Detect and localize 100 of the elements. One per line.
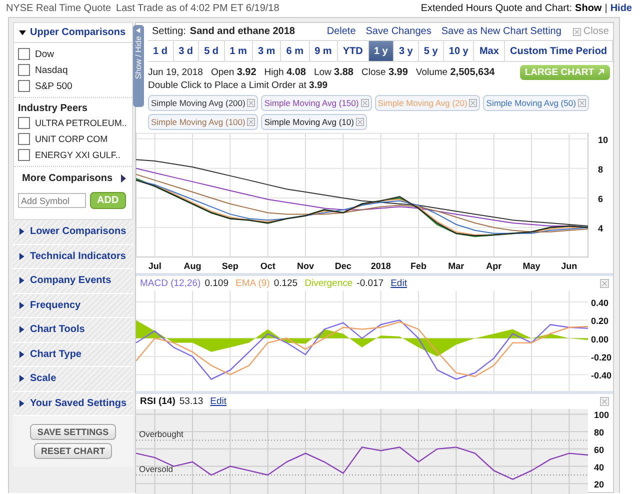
quote-label: Open: [210, 66, 234, 78]
close-icon[interactable]: [469, 99, 478, 107]
caret-icon: [18, 326, 25, 334]
axis-label: 0.00: [591, 334, 609, 344]
legend-label: MACD (12,26): [140, 278, 201, 289]
axis-label: Oct: [260, 261, 276, 271]
threshold-label: Oversold: [139, 464, 174, 474]
quote-label: Low: [314, 66, 332, 78]
sidebar-button[interactable]: SAVE SETTINGS: [30, 424, 116, 440]
edit-link[interactable]: Edit: [390, 278, 407, 289]
sidebar-section[interactable]: Lower Comparisons: [13, 220, 133, 244]
quote-date: Jun 19, 2018: [148, 66, 203, 78]
setting-action-link[interactable]: Save as New Chart Setting: [441, 26, 562, 37]
edit-link[interactable]: Edit: [210, 396, 227, 407]
threshold-label: Overbought: [139, 429, 184, 440]
sidebar-section[interactable]: Technical Indicators: [13, 244, 133, 269]
axis-label: 100: [594, 410, 610, 420]
sidebar-section[interactable]: Frequency: [13, 294, 133, 318]
caret-icon: [18, 375, 25, 382]
quote-value: 3.88: [334, 66, 354, 78]
axis-label: 8: [598, 164, 604, 174]
separator: |: [604, 3, 608, 14]
axis-label: Mar: [448, 261, 464, 271]
quote-source: NYSE Real Time Quote: [6, 3, 112, 14]
checkbox[interactable]: [18, 48, 30, 60]
period-tab[interactable]: 1 y: [368, 41, 394, 61]
legend-label: Divergence: [304, 278, 353, 289]
legend-value: 0.125: [274, 278, 298, 289]
axis-label: 40: [594, 462, 604, 472]
setting-action-link[interactable]: Delete: [326, 26, 356, 37]
setting-name: Sand and ethane 2018: [190, 26, 295, 37]
checkbox-label: UNIT CORP COM: [35, 134, 108, 144]
axis-label: Dec: [334, 261, 352, 271]
legend-value: 0.109: [204, 278, 228, 289]
close-icon[interactable]: [360, 99, 369, 107]
axis-label: Jun: [561, 261, 578, 271]
quote-value: 2,505,634: [450, 66, 495, 78]
sidebar-button[interactable]: RESET CHART: [34, 443, 112, 459]
limit-order-hint: Double Click to Place a Limit Order at 3.99: [148, 80, 329, 93]
axis-label: 4: [598, 223, 604, 234]
last-trade-time: Last Trade as of 4:02 PM ET 6/19/18: [116, 3, 280, 14]
checkbox[interactable]: [18, 117, 30, 129]
axis-label: 60: [594, 444, 604, 455]
checkbox[interactable]: [18, 64, 30, 76]
quote-label: High: [264, 66, 284, 78]
indicator-chip[interactable]: Simple Moving Avg (150): [261, 95, 372, 111]
indicator-chip[interactable]: Simple Moving Avg (50): [483, 95, 589, 111]
close-icon[interactable]: [578, 99, 586, 107]
indicator-chip[interactable]: Simple Moving Avg (100): [148, 114, 258, 130]
checkbox[interactable]: [18, 80, 30, 92]
caret-icon: [18, 400, 25, 407]
extended-hours-link[interactable]: Hide: [610, 3, 632, 14]
extended-hours-label: Extended Hours Quote and Chart:: [420, 3, 572, 14]
sidebar-section[interactable]: Scale: [13, 367, 133, 392]
quote-value: 4.08: [286, 66, 306, 78]
caret-icon: [18, 228, 25, 236]
symbol-input[interactable]: Add Symbol: [18, 193, 86, 208]
checkbox[interactable]: [18, 133, 30, 145]
axis-label: 80: [594, 428, 604, 438]
sidebar-section[interactable]: Chart Type: [13, 342, 133, 367]
axis-label: 0.40: [591, 298, 609, 308]
quote-value: 3.99: [388, 66, 408, 78]
sidebar-section[interactable]: Company Events: [13, 269, 133, 294]
close-icon[interactable]: [600, 397, 609, 406]
setting-label: Setting:: [152, 26, 186, 37]
close-icon[interactable]: [247, 99, 256, 107]
more-comparisons-link[interactable]: More Comparisons: [22, 173, 113, 184]
caret-icon: [18, 277, 25, 284]
sidebar-section[interactable]: Chart Tools: [13, 318, 133, 342]
checkbox-label: Dow: [35, 48, 54, 60]
indicator-label: RSI (14): [140, 396, 176, 407]
checkbox-label: ULTRA PETROLEUM..: [35, 118, 127, 128]
close-icon[interactable]: [247, 118, 256, 126]
checkbox-label: ENERGY XXI GULF..: [35, 150, 120, 160]
caret-icon: [19, 29, 26, 36]
caret-icon: [136, 28, 141, 33]
caret-icon: [18, 302, 25, 309]
close-icon: [573, 28, 582, 36]
axis-label: -0.40: [591, 370, 612, 381]
axis-label: -0.20: [591, 352, 612, 362]
upper-comparisons-header[interactable]: Upper Comparisons: [14, 23, 132, 43]
indicator-value: 53.13: [179, 396, 204, 407]
setting-action-link[interactable]: Save Changes: [366, 26, 432, 37]
legend-value: -0.017: [356, 278, 384, 289]
axis-label: Sep: [222, 261, 238, 271]
sidebar-section[interactable]: Your Saved Settings: [13, 392, 133, 416]
close-icon[interactable]: [600, 279, 609, 288]
axis-label: Jul: [148, 261, 162, 271]
axis-label: 6: [598, 194, 604, 204]
indicator-chip[interactable]: Simple Moving Avg (200): [148, 95, 258, 111]
close-icon[interactable]: [356, 118, 364, 126]
quote-label: Close: [362, 66, 386, 78]
axis-label: Feb: [410, 261, 426, 271]
axis-label: May: [522, 261, 540, 271]
checkbox[interactable]: [18, 149, 30, 161]
extended-hours-link[interactable]: Show: [575, 3, 602, 14]
caret-icon: [121, 174, 126, 183]
section-heading: Industry Peers: [18, 103, 88, 114]
quote-label: Volume: [416, 66, 448, 78]
indicator-chip[interactable]: Simple Moving Avg (10): [261, 114, 367, 130]
